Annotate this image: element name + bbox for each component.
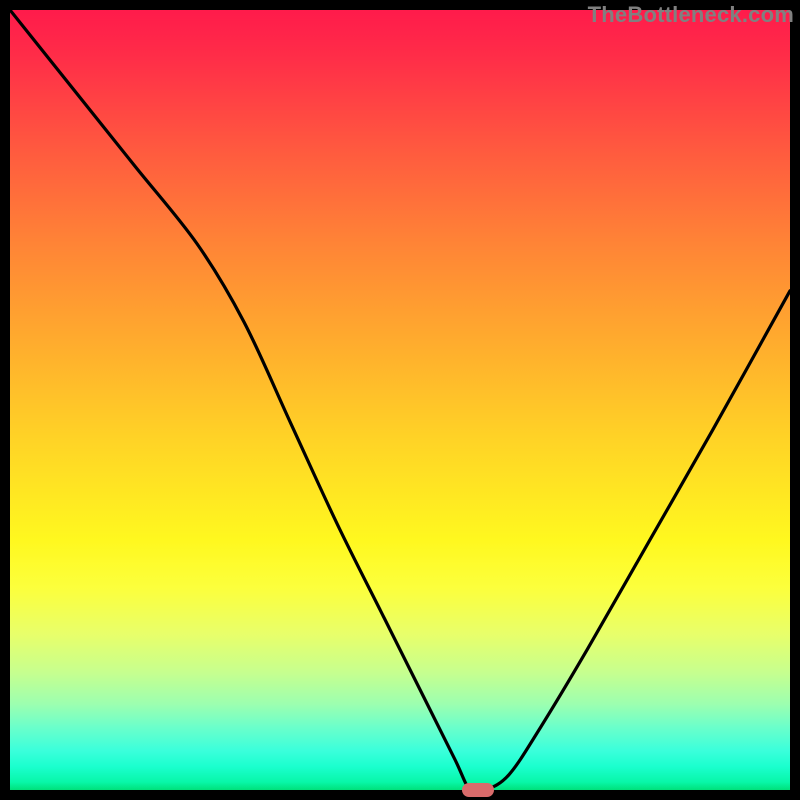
chart-frame: TheBottleneck.com bbox=[0, 0, 800, 800]
watermark-text: TheBottleneck.com bbox=[588, 2, 794, 28]
optimal-marker bbox=[462, 783, 494, 797]
curve-path bbox=[10, 10, 790, 790]
plot-area bbox=[10, 10, 790, 790]
bottleneck-curve bbox=[10, 10, 790, 790]
